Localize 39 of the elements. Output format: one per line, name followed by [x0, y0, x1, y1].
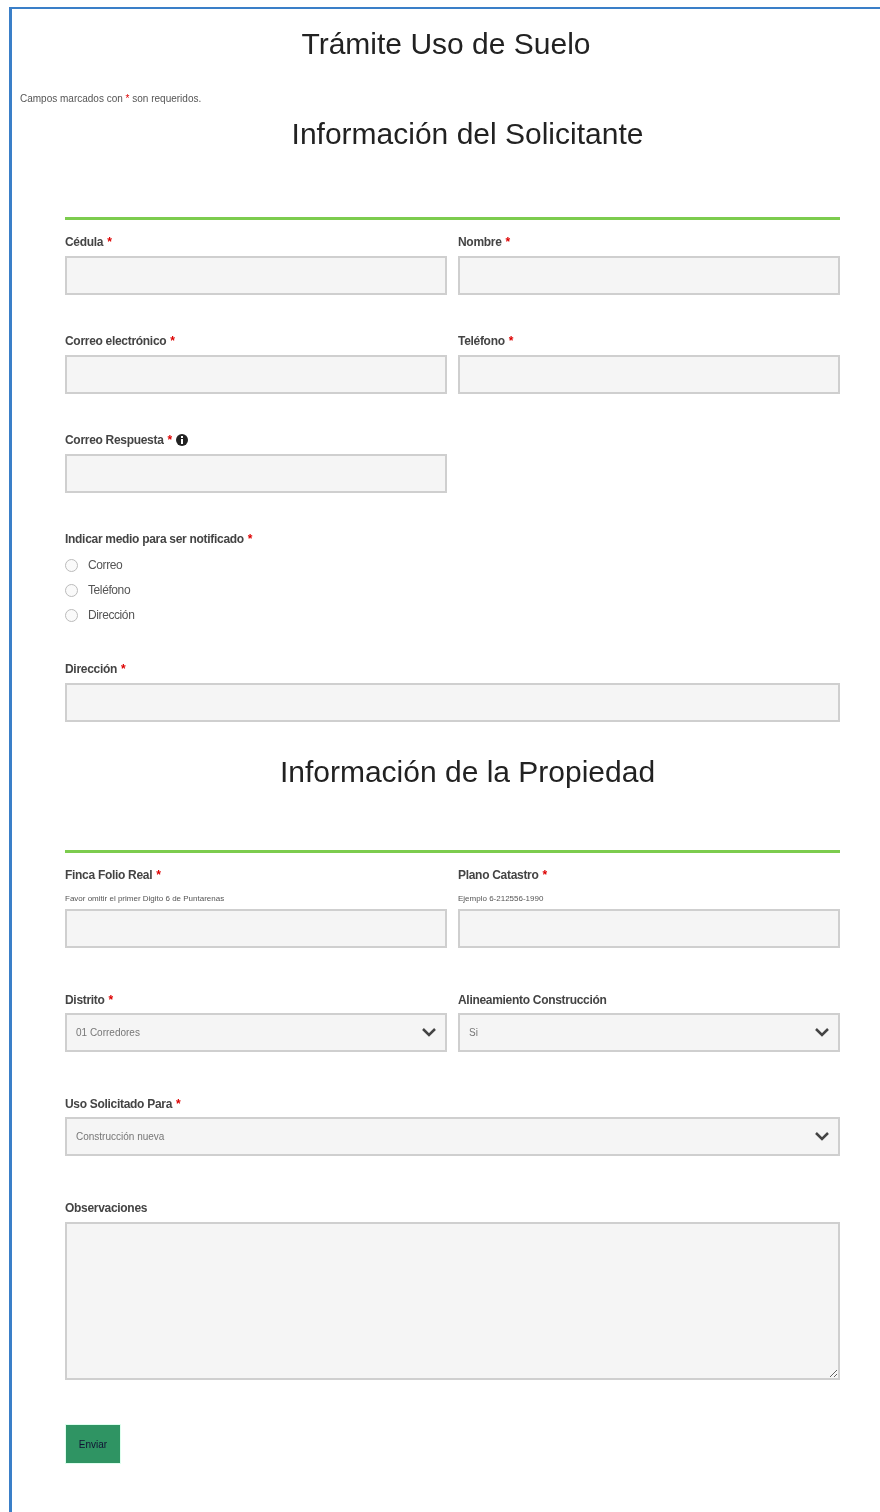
input-field[interactable] [458, 256, 840, 295]
radio-option[interactable]: Dirección [65, 607, 135, 623]
page-title: Trámite Uso de Suelo [300, 26, 592, 62]
field-label: Correo electrónico * [65, 333, 175, 350]
input-field[interactable] [65, 355, 447, 394]
field-label: Nombre * [458, 234, 510, 251]
input-field[interactable] [65, 454, 447, 493]
field-label: Indicar medio para ser notificado * [65, 531, 253, 548]
submit-button[interactable]: Enviar [65, 1424, 121, 1464]
field-label: Uso Solicitado Para * [65, 1096, 181, 1113]
section-heading: Información de la Propiedad [278, 754, 657, 790]
input-field[interactable] [65, 683, 840, 722]
section-heading: Información del Solicitante [290, 116, 645, 152]
field-label: Alineamiento Construcción [458, 992, 607, 1009]
field-label: Distrito * [65, 992, 113, 1009]
chevron-down-icon [815, 1028, 829, 1037]
select-field[interactable]: 01 Corredores [65, 1013, 447, 1052]
input-field[interactable] [458, 909, 840, 948]
field-label: Finca Folio Real * [65, 867, 161, 884]
select-field[interactable]: Construcción nueva [65, 1117, 840, 1156]
select-field[interactable]: Si [458, 1013, 840, 1052]
field-label: Correo Respuesta * [65, 432, 172, 449]
input-field[interactable] [458, 355, 840, 394]
field-hint: Ejemplo 6-212556-1990 [458, 893, 545, 905]
chevron-down-icon [815, 1132, 829, 1141]
radio-option[interactable]: Correo [65, 557, 123, 573]
field-label: Plano Catastro * [458, 867, 547, 884]
field-label: Observaciones [65, 1200, 148, 1217]
required-note: Campos marcados con * son requeridos. [19, 92, 202, 106]
info-icon[interactable] [175, 434, 188, 446]
text-area[interactable] [65, 1222, 840, 1380]
field-label: Cédula * [65, 234, 112, 251]
chevron-down-icon [422, 1028, 436, 1037]
input-field[interactable] [65, 909, 447, 948]
radio-option[interactable]: Teléfono [65, 582, 131, 598]
field-label: Teléfono * [458, 333, 514, 350]
input-field[interactable] [65, 256, 447, 295]
field-label: Dirección * [65, 661, 126, 678]
field-hint: Favor omitir el primer Digito 6 de Puntarenas [65, 893, 226, 905]
